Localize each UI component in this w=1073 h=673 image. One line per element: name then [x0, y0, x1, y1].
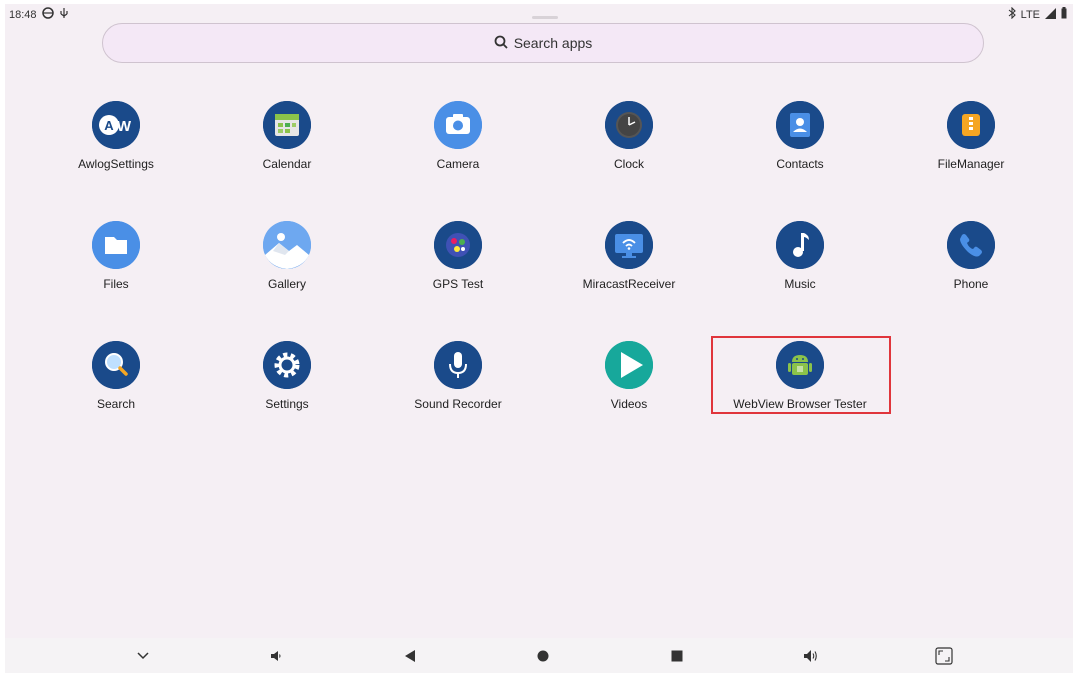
app-label: Videos — [610, 397, 648, 411]
app-miracastreceiver[interactable]: MiracastReceiver — [549, 221, 709, 321]
app-label: Music — [784, 277, 816, 291]
contacts-icon — [776, 101, 824, 149]
phone-icon — [947, 221, 995, 269]
search-apps-label: Search apps — [513, 35, 593, 51]
app-label: Camera — [436, 157, 480, 171]
app-contacts[interactable]: Contacts — [720, 101, 880, 201]
status-time: 18:48 — [9, 8, 37, 21]
app-label: Settings — [265, 397, 309, 411]
calendar-icon — [263, 101, 311, 149]
home-icon[interactable] — [532, 646, 554, 666]
microphone-icon — [434, 341, 482, 389]
app-settings[interactable]: Settings — [207, 341, 367, 441]
app-label: MiracastReceiver — [582, 277, 676, 291]
app-label: GPS Test — [432, 277, 484, 291]
svg-text:W: W — [117, 118, 132, 135]
drawer-handle[interactable] — [532, 16, 558, 19]
app-label: Gallery — [267, 277, 306, 291]
screenshot-icon[interactable] — [933, 646, 955, 666]
filemanager-icon — [947, 101, 995, 149]
app-gps-test[interactable]: GPS Test — [378, 221, 538, 321]
bluetooth-icon — [1008, 6, 1016, 22]
app-label: FileManager — [937, 157, 1005, 171]
app-label: Search — [96, 397, 136, 411]
app-label: Phone — [953, 277, 989, 291]
chevron-down-icon[interactable] — [132, 646, 154, 666]
signal-icon — [1045, 7, 1056, 22]
awlog-icon: A W — [92, 101, 140, 149]
usb-icon — [59, 7, 69, 22]
search-icon — [494, 35, 508, 52]
volume-up-icon[interactable] — [800, 646, 822, 666]
music-icon — [776, 221, 824, 269]
status-bar: 18:48 LTE — [5, 4, 1073, 24]
app-search[interactable]: Search — [36, 341, 196, 441]
recents-icon[interactable] — [666, 646, 688, 666]
app-label: Sound Recorder — [414, 397, 502, 411]
app-awlogsettings[interactable]: A W AwlogSettings — [36, 101, 196, 201]
app-filemanager[interactable]: FileManager — [891, 101, 1051, 201]
app-gallery[interactable]: Gallery — [207, 221, 367, 321]
battery-icon — [1061, 7, 1067, 22]
volume-down-icon[interactable] — [265, 646, 287, 666]
app-label: Clock — [613, 157, 644, 171]
app-drawer: 18:48 LTE Search apps A W AwlogSettings … — [5, 4, 1073, 673]
app-files[interactable]: Files — [36, 221, 196, 321]
settings-icon — [263, 341, 311, 389]
app-camera[interactable]: Camera — [378, 101, 538, 201]
app-label: AwlogSettings — [78, 157, 154, 171]
app-sound-recorder[interactable]: Sound Recorder — [378, 341, 538, 441]
selection-highlight — [711, 336, 891, 414]
miracast-icon — [605, 221, 653, 269]
camera-icon — [434, 101, 482, 149]
app-phone[interactable]: Phone — [891, 221, 1051, 321]
app-clock[interactable]: Clock — [549, 101, 709, 201]
files-icon — [92, 221, 140, 269]
svg-text:A: A — [104, 118, 114, 133]
search-apps-bar[interactable]: Search apps — [102, 23, 984, 63]
clock-icon — [605, 101, 653, 149]
app-videos[interactable]: Videos — [549, 341, 709, 441]
gallery-icon — [263, 221, 311, 269]
network-type: LTE — [1020, 8, 1040, 21]
app-label: Files — [103, 277, 129, 291]
navigation-bar — [5, 638, 1073, 673]
search-app-icon — [92, 341, 140, 389]
vpn-icon — [41, 7, 54, 22]
app-calendar[interactable]: Calendar — [207, 101, 367, 201]
back-icon[interactable] — [399, 646, 421, 666]
app-label: Calendar — [262, 157, 312, 171]
app-music[interactable]: Music — [720, 221, 880, 321]
play-icon — [605, 341, 653, 389]
app-label: Contacts — [776, 157, 824, 171]
gps-icon — [434, 221, 482, 269]
